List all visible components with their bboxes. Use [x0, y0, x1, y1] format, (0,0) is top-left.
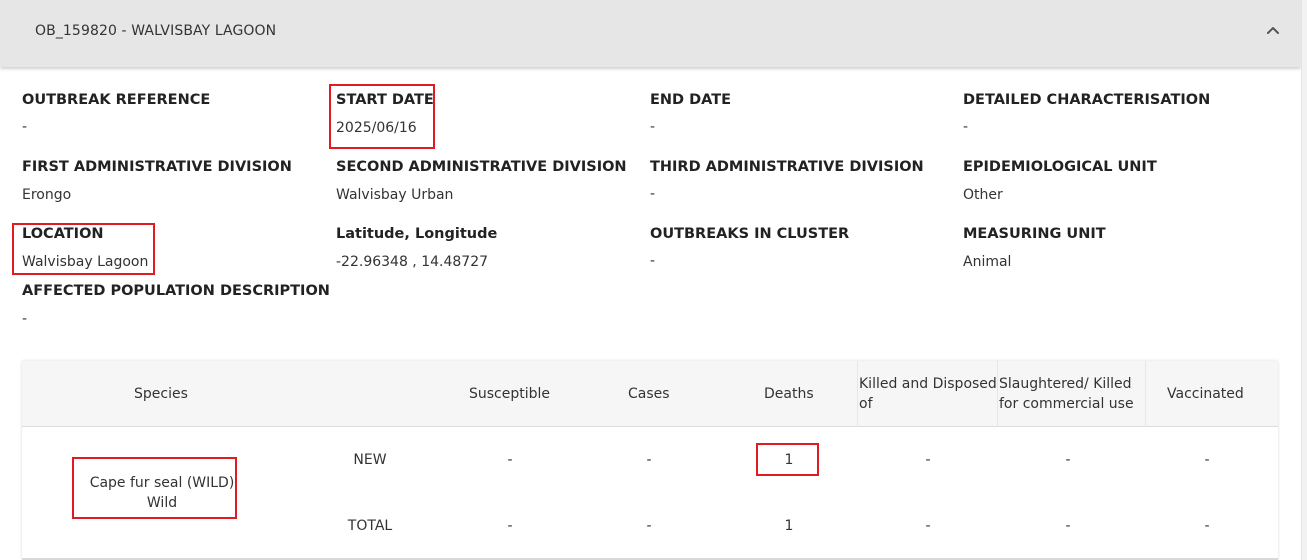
- row-label-new: NEW: [353, 452, 387, 468]
- th-susceptible: Susceptible: [469, 386, 551, 402]
- lat-long-label: Latitude, Longitude: [336, 226, 498, 242]
- cell-susceptible: -: [507, 518, 513, 534]
- scrollbar-track[interactable]: [1301, 0, 1307, 560]
- th-species: Species: [134, 386, 188, 402]
- cell-susceptible: -: [507, 452, 513, 468]
- chevron-up-icon[interactable]: [1262, 20, 1284, 42]
- start-date-label: START DATE: [336, 92, 434, 108]
- species-name: Cape fur seal (WILD): [89, 475, 235, 491]
- measuring-unit-label: MEASURING UNIT: [963, 226, 1106, 242]
- cell-vaccinated: -: [1204, 452, 1210, 468]
- third-admin-division-label: THIRD ADMINISTRATIVE DIVISION: [650, 159, 924, 175]
- lat-long-value: -22.96348 , 14.48727: [336, 254, 489, 270]
- row-label-total: TOTAL: [347, 518, 393, 534]
- cell-vaccinated: -: [1204, 518, 1210, 534]
- cell-slaughtered: -: [1065, 518, 1071, 534]
- table-header: Species Susceptible Cases Deaths Killed …: [22, 361, 1278, 427]
- end-date-label: END DATE: [650, 92, 732, 108]
- cell-deaths: 1: [784, 452, 794, 468]
- affected-population-value: -: [22, 311, 28, 327]
- detailed-characterisation-label: DETAILED CHARACTERISATION: [963, 92, 1211, 108]
- second-admin-division-value: Walvisbay Urban: [336, 187, 454, 203]
- end-date-value: -: [650, 119, 656, 135]
- detailed-characterisation-value: -: [963, 119, 969, 135]
- third-admin-division-value: -: [650, 186, 656, 202]
- first-admin-division-value: Erongo: [22, 187, 72, 203]
- column-separator: [857, 361, 858, 427]
- outbreak-reference-value: -: [22, 119, 28, 135]
- cell-cases: -: [646, 518, 652, 534]
- cell-deaths: 1: [784, 518, 794, 534]
- quantitative-data-table: Species Susceptible Cases Deaths Killed …: [22, 361, 1278, 560]
- column-separator: [1145, 361, 1146, 427]
- outbreak-reference-label: OUTBREAK REFERENCE: [22, 92, 211, 108]
- cell-killed-disposed: -: [925, 518, 931, 534]
- outbreak-panel-header[interactable]: OB_159820 - WALVISBAY LAGOON: [0, 0, 1301, 67]
- second-admin-division-label: SECOND ADMINISTRATIVE DIVISION: [336, 159, 627, 175]
- th-vaccinated: Vaccinated: [1167, 386, 1244, 402]
- cell-killed-disposed: -: [925, 452, 931, 468]
- measuring-unit-value: Animal: [963, 254, 1012, 270]
- th-slaughtered: Slaughtered/ Killed for commercial use: [999, 376, 1134, 412]
- first-admin-division-label: FIRST ADMINISTRATIVE DIVISION: [22, 159, 292, 175]
- start-date-value: 2025/06/16: [336, 120, 417, 136]
- panel-title: OB_159820 - WALVISBAY LAGOON: [35, 23, 277, 39]
- cell-slaughtered: -: [1065, 452, 1071, 468]
- location-value: Walvisbay Lagoon: [22, 254, 149, 270]
- epidemiological-unit-label: EPIDEMIOLOGICAL UNIT: [963, 159, 1157, 175]
- th-cases: Cases: [628, 386, 670, 402]
- species-type: Wild: [146, 495, 178, 511]
- cell-cases: -: [646, 452, 652, 468]
- column-separator: [997, 361, 998, 427]
- affected-population-label: AFFECTED POPULATION DESCRIPTION: [22, 283, 330, 299]
- location-label: LOCATION: [22, 226, 104, 242]
- outbreaks-in-cluster-label: OUTBREAKS IN CLUSTER: [650, 226, 850, 242]
- th-deaths: Deaths: [764, 386, 814, 402]
- outbreaks-in-cluster-value: -: [650, 253, 656, 269]
- th-killed-disposed: Killed and Disposed of: [859, 376, 997, 412]
- epidemiological-unit-value: Other: [963, 187, 1003, 203]
